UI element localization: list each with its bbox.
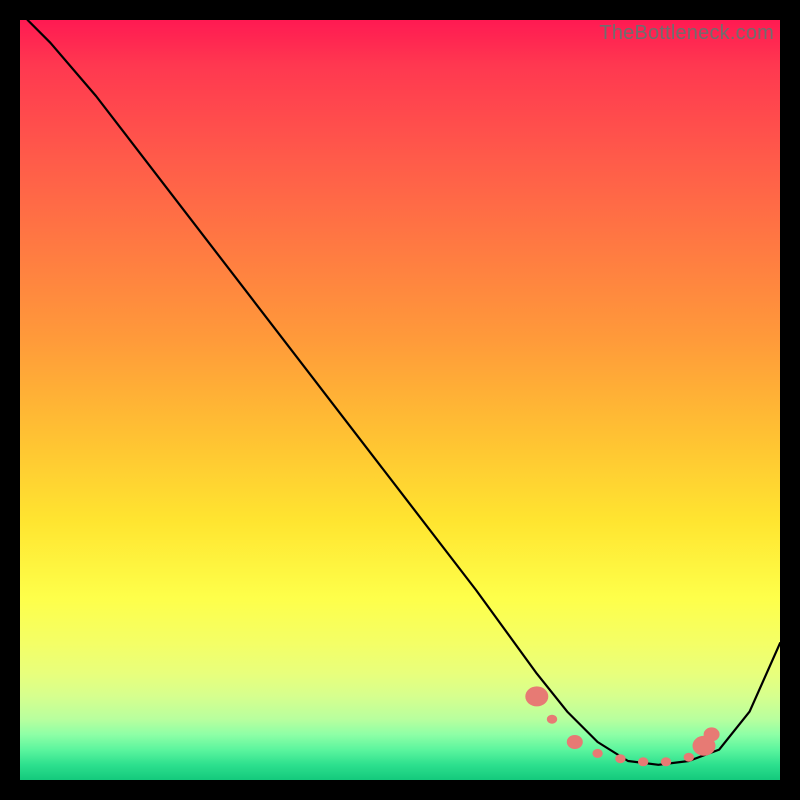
marker-group xyxy=(525,686,719,766)
marker-dot xyxy=(592,749,602,758)
marker-dot xyxy=(567,735,583,749)
chart-frame: TheBottleneck.com xyxy=(20,20,780,780)
marker-dot xyxy=(661,757,671,766)
marker-dot xyxy=(638,757,648,766)
marker-dot xyxy=(684,753,694,762)
marker-dot xyxy=(547,715,557,724)
marker-dot xyxy=(615,754,625,763)
watermark-label: TheBottleneck.com xyxy=(599,22,774,45)
bottleneck-curve-path xyxy=(28,20,780,765)
bottleneck-chart xyxy=(20,20,780,780)
marker-dot xyxy=(704,727,720,741)
marker-dot xyxy=(525,686,548,706)
